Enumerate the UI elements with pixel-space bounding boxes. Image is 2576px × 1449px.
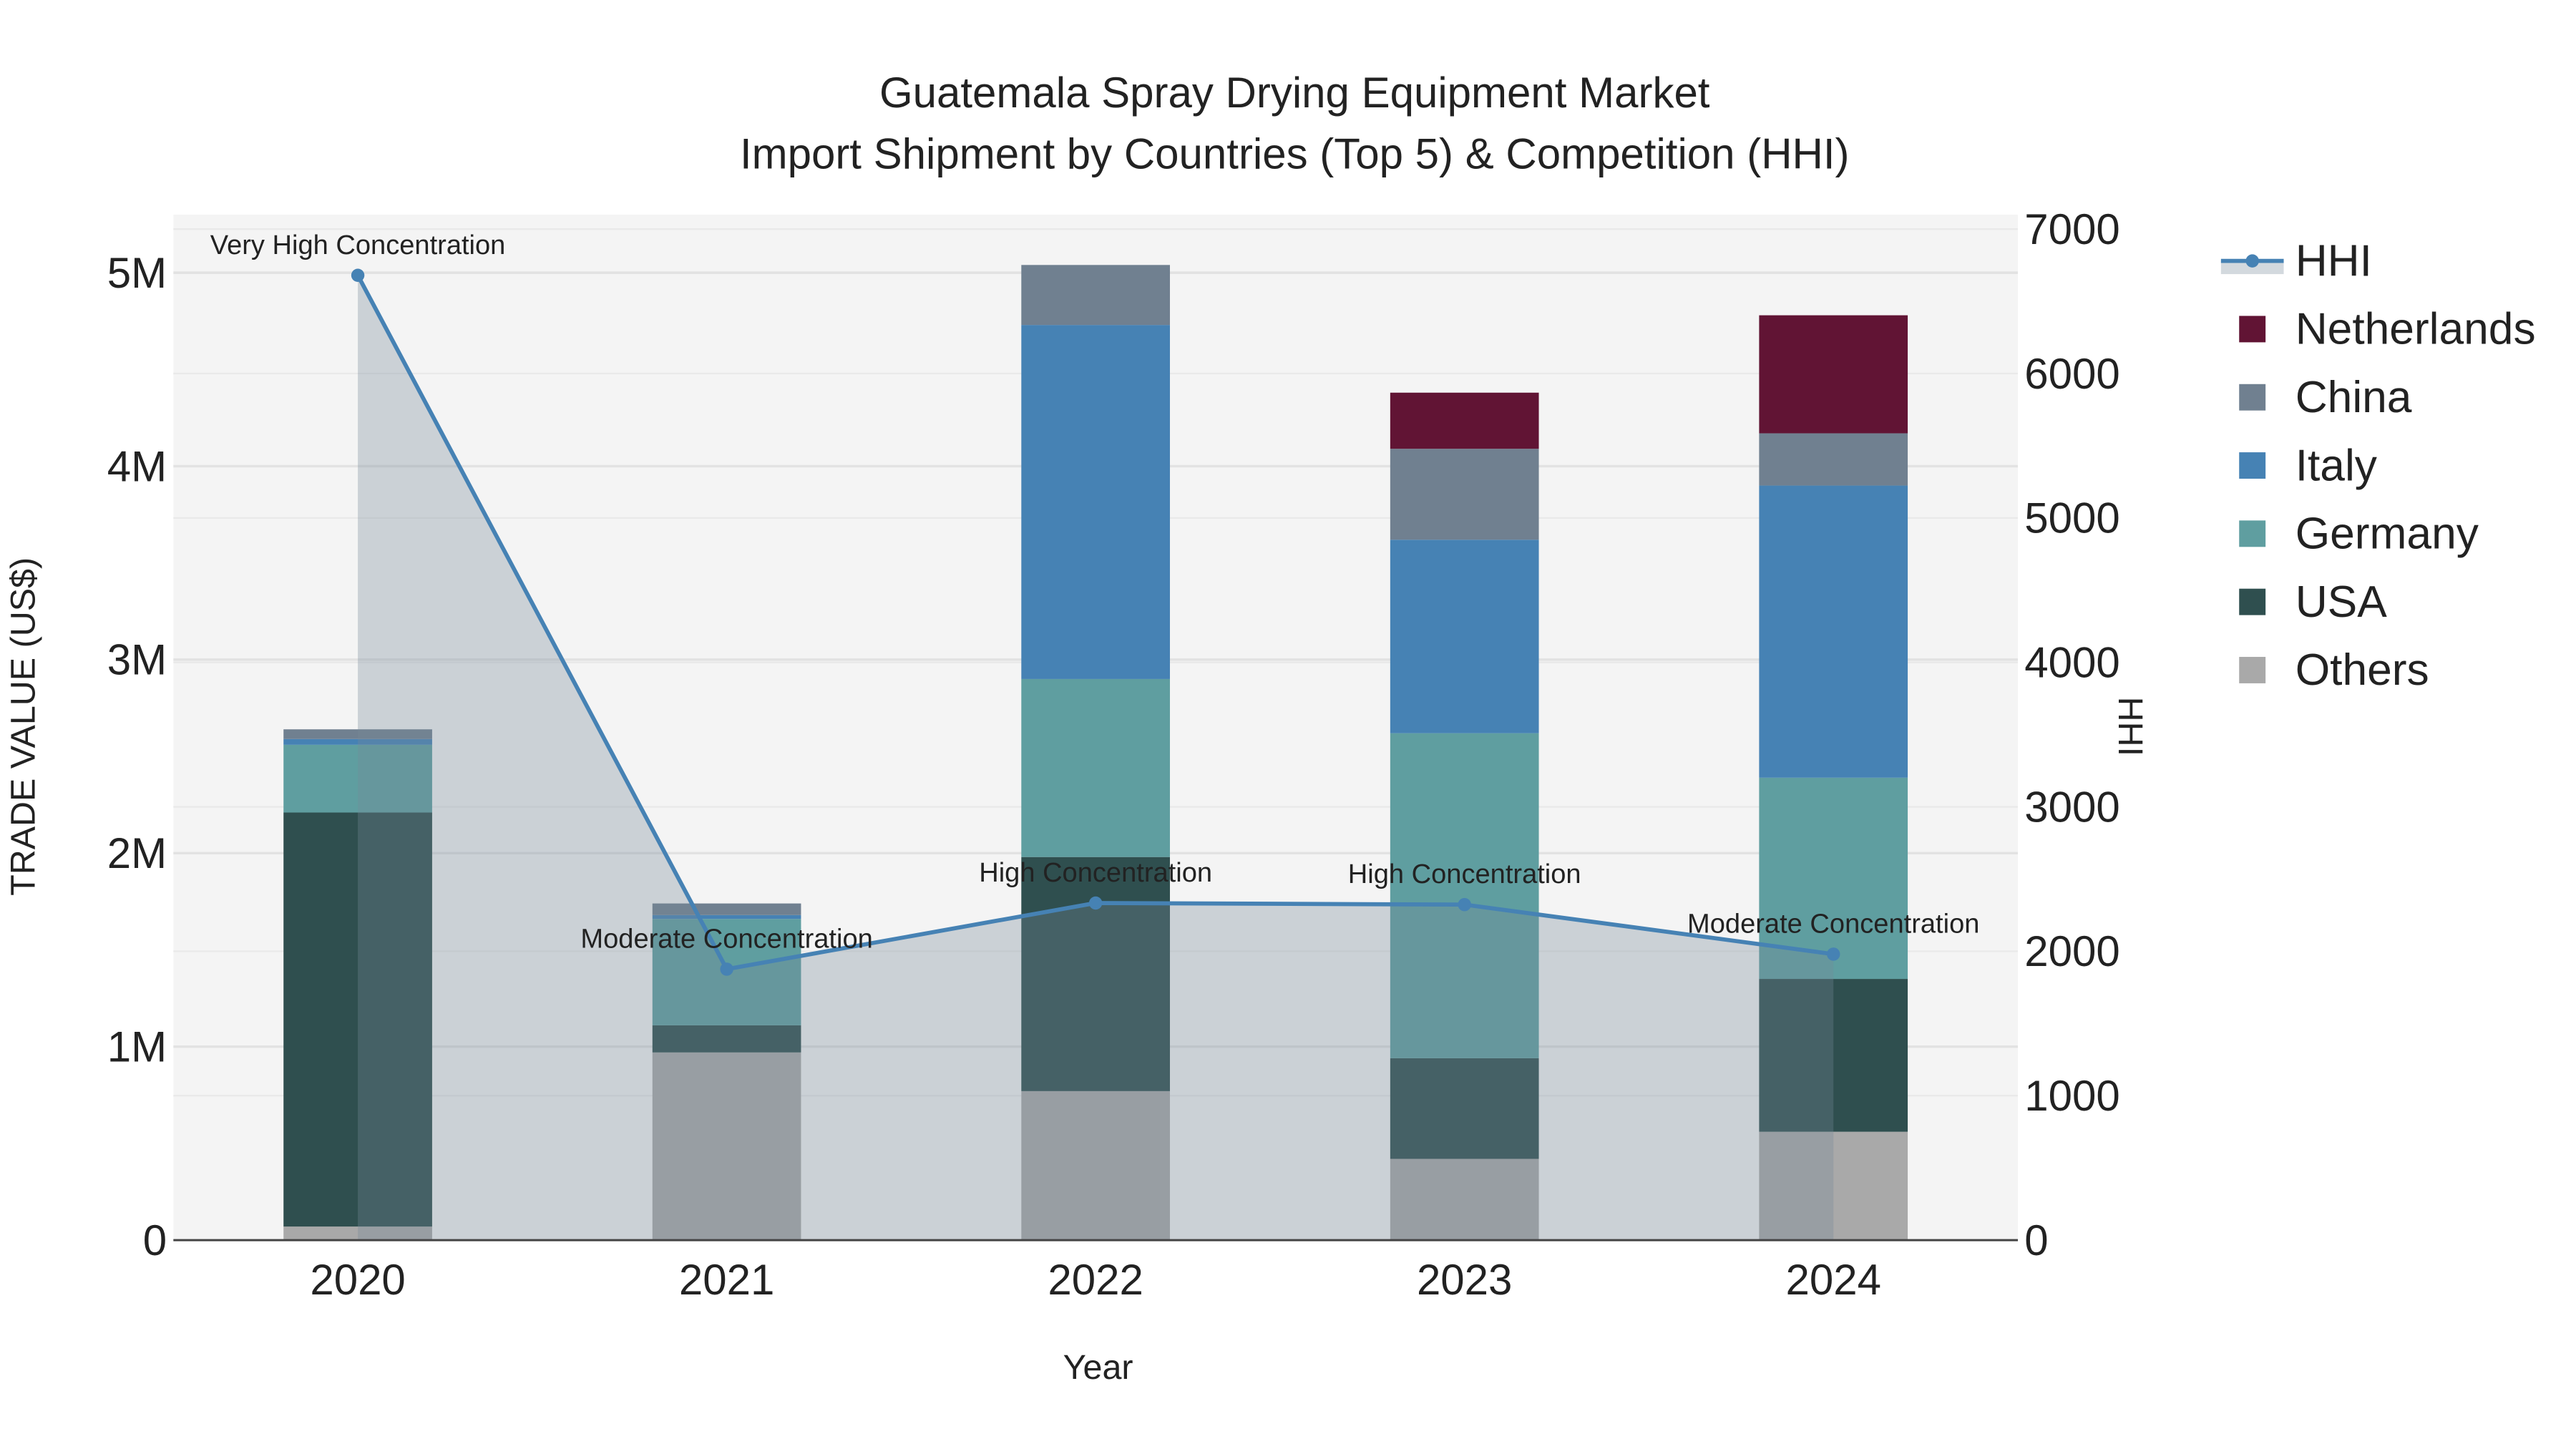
legend: HHI Netherlands China Italy Germany USA Others <box>2220 236 2536 695</box>
x-tick-label: 2020 <box>310 1256 405 1304</box>
legend-swatch <box>2239 384 2266 411</box>
legend-item-china: China <box>2239 373 2412 422</box>
y-tick-label: 2M <box>107 829 167 877</box>
y2-tick-label: 6000 <box>2024 350 2119 398</box>
legend-item-usa: USA <box>2239 577 2387 627</box>
hhi-point <box>1458 897 1471 912</box>
chart-title-line1: Guatemala Spray Drying Equipment Market <box>879 69 1710 117</box>
y2-tick-label: 4000 <box>2024 638 2119 686</box>
bar-italy-2023 <box>1390 540 1539 733</box>
legend-swatch <box>2239 588 2266 615</box>
bar-netherlands-2023 <box>1390 392 1539 449</box>
bar-china-2024 <box>1759 433 1908 486</box>
y-tick-label: 5M <box>107 249 167 297</box>
hhi-annotation: Moderate Concentration <box>580 924 872 954</box>
y-tick-label: 1M <box>107 1023 167 1070</box>
hhi-annotation: Very High Concentration <box>210 230 506 260</box>
bar-italy-2024 <box>1759 485 1908 778</box>
x-tick-label: 2024 <box>1785 1256 1880 1304</box>
legend-swatch <box>2239 520 2266 547</box>
chart: Very High Concentration Moderate Concentr… <box>4 69 2536 1387</box>
bar-china-2023 <box>1390 449 1539 540</box>
x-axis-label: Year <box>1063 1348 1133 1387</box>
legend-item-germany: Germany <box>2239 509 2479 559</box>
y-tick-label: 4M <box>107 442 167 490</box>
x-tick-label: 2021 <box>679 1256 774 1304</box>
legend-swatch <box>2239 316 2266 343</box>
legend-label: USA <box>2296 577 2388 627</box>
hhi-point <box>351 268 365 283</box>
legend-swatch <box>2239 452 2266 479</box>
y2-tick-label: 0 <box>2024 1216 2048 1264</box>
legend-swatch <box>2239 657 2266 683</box>
legend-item-hhi: HHI <box>2220 236 2372 286</box>
x-tick-label: 2022 <box>1048 1256 1143 1304</box>
hhi-point <box>1827 947 1840 961</box>
hhi-point <box>720 962 733 976</box>
bar-italy-2022 <box>1021 325 1170 679</box>
y2-tick-label: 7000 <box>2024 205 2119 253</box>
y-tick-label: 3M <box>107 636 167 684</box>
y2-tick-label: 1000 <box>2024 1072 2119 1120</box>
y2-tick-label: 5000 <box>2024 494 2119 542</box>
hhi-point <box>1088 896 1103 910</box>
y-axis-label: TRADE VALUE (US$) <box>4 557 42 896</box>
y2-tick-label: 3000 <box>2024 783 2119 831</box>
bar-germany-2022 <box>1021 678 1170 857</box>
legend-item-italy: Italy <box>2239 441 2378 490</box>
y-tick-label: 0 <box>143 1216 167 1264</box>
legend-hhi-marker <box>2245 254 2259 268</box>
legend-item-netherlands: Netherlands <box>2239 305 2536 354</box>
y2-tick-label: 2000 <box>2024 927 2119 975</box>
y2-axis-label: HHI <box>2111 697 2150 756</box>
x-tick-label: 2023 <box>1417 1256 1512 1304</box>
hhi-annotation: Moderate Concentration <box>1687 909 1979 939</box>
legend-label: Germany <box>2296 509 2479 559</box>
legend-label: Italy <box>2296 441 2378 490</box>
legend-label: HHI <box>2296 236 2372 286</box>
legend-label: Netherlands <box>2296 305 2536 354</box>
bar-netherlands-2024 <box>1759 315 1908 434</box>
legend-label: China <box>2296 373 2412 422</box>
hhi-annotation: High Concentration <box>979 858 1212 888</box>
legend-item-others: Others <box>2239 645 2429 695</box>
hhi-annotation: High Concentration <box>1348 859 1581 889</box>
chart-title-line2: Import Shipment by Countries (Top 5) & C… <box>740 130 1850 177</box>
bar-china-2022 <box>1021 265 1170 326</box>
legend-label: Others <box>2296 645 2429 695</box>
